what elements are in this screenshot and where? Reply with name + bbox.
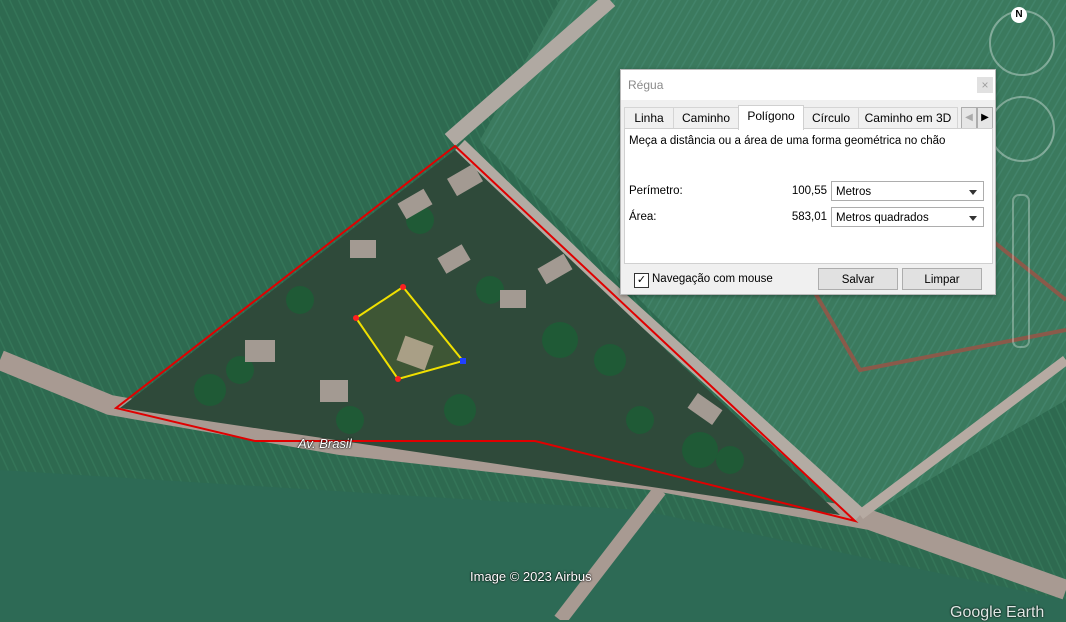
dialog-titlebar[interactable]: Régua × [621, 70, 995, 100]
polygon-panel: Meça a distância ou a área de uma forma … [624, 128, 993, 264]
save-button[interactable]: Salvar [818, 268, 898, 290]
area-unit-select[interactable]: Metros quadrados [831, 207, 984, 227]
perimeter-unit-select[interactable]: Metros [831, 181, 984, 201]
dialog-title: Régua [628, 78, 664, 92]
tab-scroll-left-button[interactable]: ◀ [961, 107, 977, 129]
mouse-navigation-label[interactable]: Navegação com mouse [652, 273, 773, 285]
area-unit-value: Metros quadrados [836, 212, 929, 224]
perimeter-label: Perímetro: [629, 185, 683, 197]
tab-circulo[interactable]: Círculo [803, 107, 859, 128]
zoom-slider[interactable] [1012, 194, 1030, 348]
tool-description: Meça a distância ou a área de uma forma … [629, 135, 946, 147]
street-label: Av. Brasil [298, 436, 352, 451]
google-earth-logo: Google Earth [950, 604, 1045, 621]
ruler-dialog: Régua × Linha Caminho Polígono Círculo C… [620, 69, 996, 295]
mouse-navigation-checkbox[interactable]: ✓ [634, 273, 649, 288]
imagery-credit: Image © 2023 Airbus [470, 569, 592, 584]
vertex-handle[interactable] [353, 315, 359, 321]
chevron-down-icon [969, 190, 977, 195]
north-button[interactable]: N [1011, 7, 1027, 23]
perimeter-value: 100,55 [791, 185, 827, 197]
clear-button[interactable]: Limpar [902, 268, 982, 290]
vertex-handle-active[interactable] [460, 358, 466, 364]
vertex-handle[interactable] [395, 376, 401, 382]
area-value: 583,01 [791, 211, 827, 223]
tab-caminho-3d[interactable]: Caminho em 3D [858, 107, 958, 128]
tab-poligono[interactable]: Polígono [738, 105, 804, 130]
tab-linha[interactable]: Linha [624, 107, 674, 128]
chevron-down-icon [969, 216, 977, 221]
tab-scroll-right-button[interactable]: ▶ [977, 107, 993, 129]
vertex-handle[interactable] [400, 284, 406, 290]
close-button[interactable]: × [977, 77, 993, 93]
ruler-tabs: Linha Caminho Polígono Círculo Caminho e… [621, 105, 995, 130]
perimeter-unit-value: Metros [836, 186, 872, 198]
area-label: Área: [629, 211, 657, 223]
tab-caminho[interactable]: Caminho [673, 107, 739, 128]
look-joystick[interactable] [989, 96, 1055, 162]
